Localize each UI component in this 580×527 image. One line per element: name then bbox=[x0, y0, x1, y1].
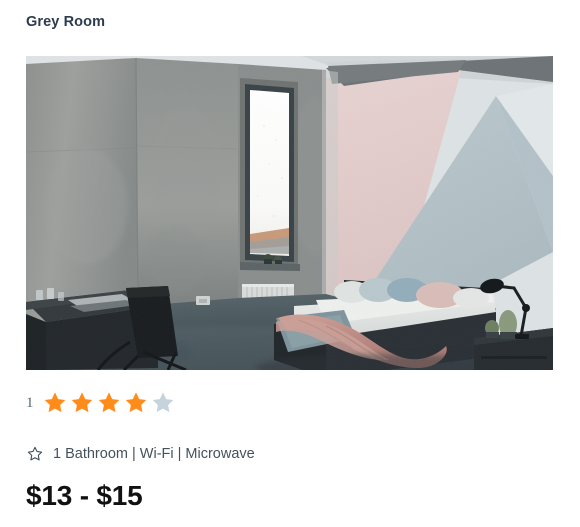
star-rating[interactable] bbox=[42, 390, 176, 416]
price-label: $13 - $15 bbox=[26, 480, 143, 511]
star-outline-icon bbox=[26, 445, 44, 463]
star-empty-icon bbox=[150, 390, 176, 416]
amenities-row: 1 Bathroom | Wi-Fi | Microwave bbox=[26, 443, 255, 465]
star-filled-icon bbox=[96, 390, 122, 416]
room-photo[interactable] bbox=[26, 56, 553, 370]
rating-count: 1 bbox=[26, 394, 34, 411]
room-listing-card: Grey Room 1 1 Bathroom | Wi-Fi | Microwa… bbox=[0, 0, 580, 527]
star-filled-icon bbox=[123, 390, 149, 416]
star-filled-icon bbox=[69, 390, 95, 416]
amenities-label: 1 Bathroom | Wi-Fi | Microwave bbox=[53, 446, 255, 462]
page-title: Grey Room bbox=[26, 14, 106, 30]
rating-row: 1 bbox=[26, 389, 176, 417]
room-photo-illustration bbox=[26, 56, 553, 370]
star-filled-icon bbox=[42, 390, 68, 416]
